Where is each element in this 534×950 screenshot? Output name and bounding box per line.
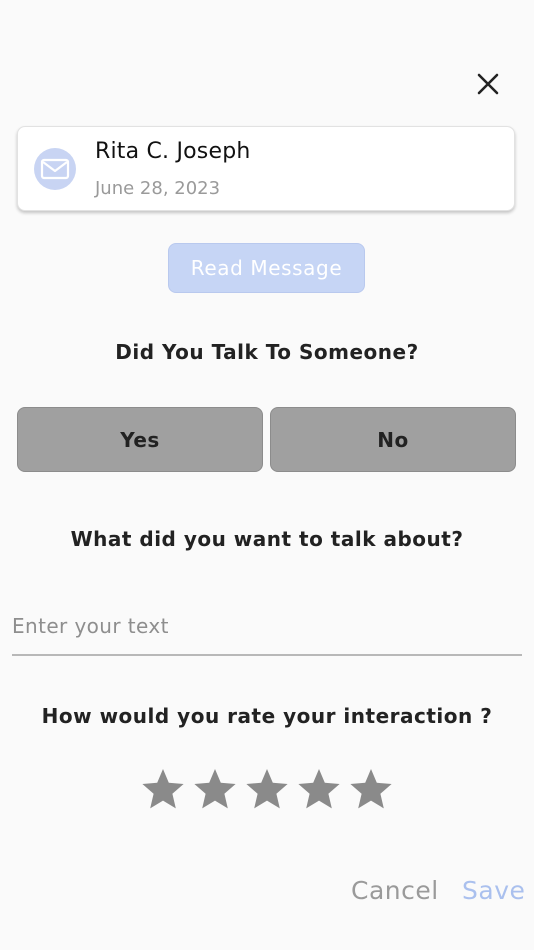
- rating-question: How would you rate your interaction ?: [41, 704, 493, 728]
- star-icon-1[interactable]: [139, 766, 187, 814]
- cancel-button[interactable]: Cancel: [351, 876, 439, 905]
- close-icon: [477, 73, 499, 95]
- yes-button[interactable]: Yes: [17, 407, 263, 472]
- sender-name: Rita C. Joseph: [95, 139, 251, 164]
- star-icon-4[interactable]: [295, 766, 343, 814]
- star-icon-5[interactable]: [347, 766, 395, 814]
- save-button[interactable]: Save: [462, 876, 525, 905]
- no-button[interactable]: No: [270, 407, 516, 472]
- star-icon-3[interactable]: [243, 766, 291, 814]
- mail-icon: [40, 158, 70, 180]
- message-date: June 28, 2023: [95, 178, 221, 199]
- topic-question: What did you want to talk about?: [70, 527, 464, 551]
- read-message-button[interactable]: Read Message: [168, 243, 365, 293]
- star-icon-2[interactable]: [191, 766, 239, 814]
- talk-question: Did You Talk To Someone?: [115, 340, 419, 364]
- mail-avatar: [34, 148, 76, 190]
- message-card: Rita C. Joseph June 28, 2023: [17, 126, 515, 211]
- topic-input[interactable]: [12, 598, 522, 656]
- close-button[interactable]: [472, 68, 504, 100]
- star-rating: [139, 766, 395, 816]
